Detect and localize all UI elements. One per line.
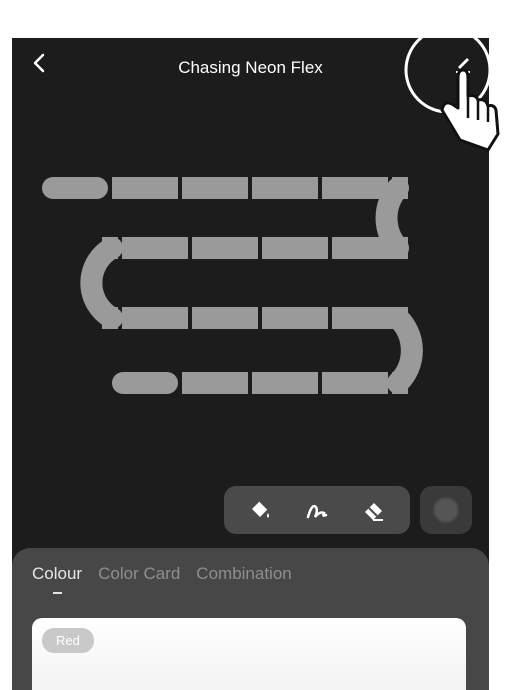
fill-tool-button[interactable] xyxy=(243,493,277,527)
tab-color-card[interactable]: Color Card xyxy=(98,564,180,584)
strip-segment xyxy=(122,237,188,259)
strip-segment xyxy=(192,307,258,329)
strip-segment xyxy=(322,372,388,394)
record-button[interactable] xyxy=(420,486,472,534)
strip-segment xyxy=(102,307,118,329)
strip-segment xyxy=(262,237,328,259)
color-tabs: Colour Color Card Combination xyxy=(32,564,292,594)
strip-segment xyxy=(332,237,398,259)
brush-icon xyxy=(306,504,328,519)
strip-segment xyxy=(42,177,108,199)
strip-segment xyxy=(122,307,188,329)
app-screen: Chasing Neon Flex Colour Color Card Comb… xyxy=(12,38,489,690)
strip-segment xyxy=(392,237,408,259)
neon-strip-canvas[interactable] xyxy=(12,38,489,438)
draw-toolbar xyxy=(224,486,410,534)
draw-tool-button[interactable] xyxy=(300,493,334,527)
strip-segment xyxy=(332,307,398,329)
strip-segment xyxy=(112,177,178,199)
record-icon xyxy=(433,497,459,523)
paint-bucket-icon xyxy=(252,500,270,518)
strip-segment xyxy=(252,177,318,199)
strip-segment xyxy=(322,177,388,199)
strip-segment xyxy=(392,177,408,199)
color-panel: Colour Color Card Combination Red xyxy=(12,548,489,690)
strip-segment xyxy=(102,237,118,259)
strip-segment xyxy=(182,372,248,394)
selected-color-badge: Red xyxy=(42,628,94,653)
strip-segment xyxy=(112,372,178,394)
strip-segment xyxy=(392,372,408,394)
strip-segment xyxy=(262,307,328,329)
strip-segment xyxy=(182,177,248,199)
erase-tool-button[interactable] xyxy=(357,493,391,527)
tab-combination[interactable]: Combination xyxy=(196,564,291,584)
strip-segment xyxy=(392,307,408,329)
strip-segment xyxy=(252,372,318,394)
strip-segment xyxy=(192,237,258,259)
eraser-icon xyxy=(364,503,383,521)
tab-colour[interactable]: Colour xyxy=(32,564,82,594)
color-picker-card[interactable]: Red xyxy=(32,618,466,690)
